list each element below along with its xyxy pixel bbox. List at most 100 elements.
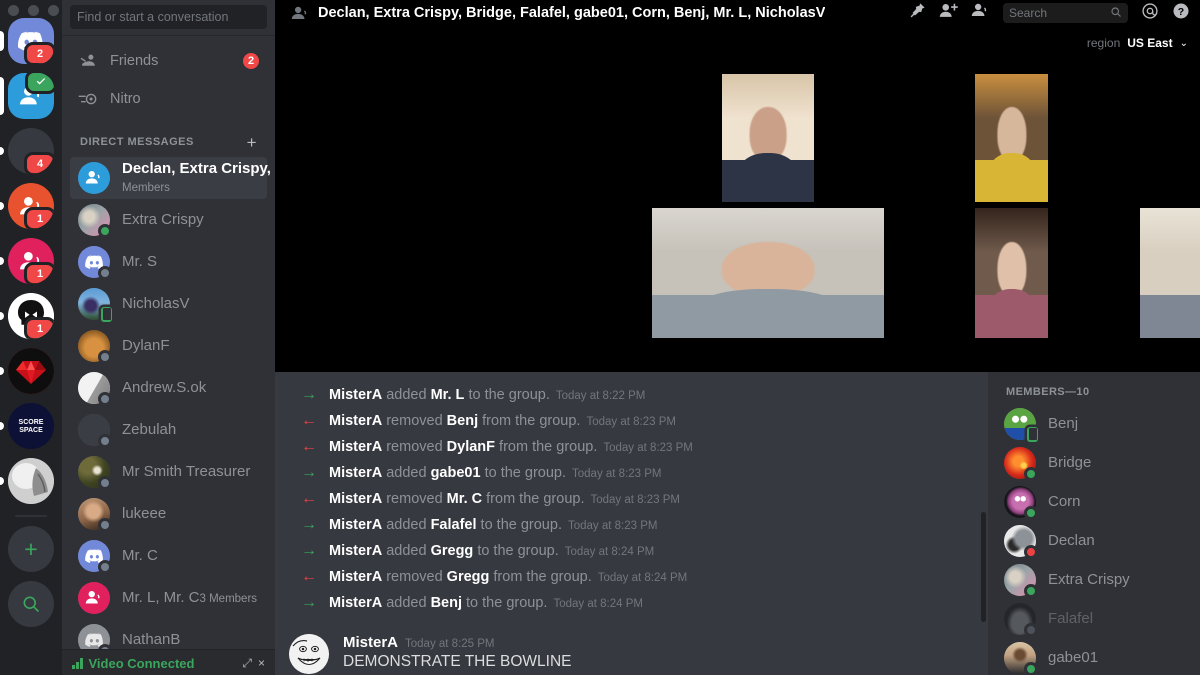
search-icon[interactable] xyxy=(8,581,54,627)
create-dm-button[interactable]: + xyxy=(247,134,257,151)
status-offline-icon xyxy=(98,433,112,448)
video-tile-1[interactable] xyxy=(722,74,814,202)
system-message-timestamp: Today at 8:23 PM xyxy=(603,442,693,454)
server-score-space-icon[interactable]: SCORE SPACE xyxy=(8,403,54,449)
dm-item-andrew-s-ok[interactable]: Andrew.S.ok xyxy=(70,367,267,409)
server-icon-server-punisher[interactable]: 1 xyxy=(0,293,62,339)
dm-item-extra-crispy[interactable]: Extra Crispy xyxy=(70,199,267,241)
pin-icon[interactable] xyxy=(909,2,926,24)
video-tile-5[interactable] xyxy=(975,208,1048,338)
sidebar-item-friends[interactable]: Friends 2 xyxy=(70,42,267,80)
region-selector[interactable]: region US East ⌄ xyxy=(1087,36,1188,50)
server-icon-server-red-gem[interactable] xyxy=(0,348,62,394)
server-icon-server-score-space[interactable]: SCORE SPACE xyxy=(0,403,62,449)
status-offline-icon xyxy=(98,559,112,574)
system-message-tail: from the group. xyxy=(499,439,598,455)
dm-item-mr-smith-treasurer[interactable]: Mr Smith Treasurer xyxy=(70,451,267,493)
server-icon-group-dm-active[interactable] xyxy=(0,73,62,119)
server-unread-pill xyxy=(0,367,4,375)
voice-actions[interactable]: ⤢ × xyxy=(242,656,265,671)
server-pink-icon[interactable]: 1 xyxy=(8,238,54,284)
voice-status-label: Video Connected xyxy=(88,656,195,671)
region-value: US East xyxy=(1127,36,1173,50)
server-red-gem-icon[interactable] xyxy=(8,348,54,394)
dm-item-mr-c[interactable]: Mr. C xyxy=(70,535,267,577)
add-server-button[interactable]: + xyxy=(0,526,62,572)
window-minimize-dot[interactable] xyxy=(28,5,39,16)
system-message-timestamp: Today at 8:24 PM xyxy=(564,546,655,558)
member-row-extra-crispy[interactable]: Extra Crispy xyxy=(996,560,1192,599)
system-message-target: Falafel xyxy=(430,517,477,533)
arrow-left-icon: ← xyxy=(301,412,317,429)
member-row-benj[interactable]: Benj xyxy=(996,404,1192,443)
server-icon-discord-dm-home[interactable]: 2 xyxy=(0,18,62,64)
add-server-icon[interactable]: + xyxy=(8,526,54,572)
add-friend-icon[interactable] xyxy=(939,2,958,24)
member-row-gabe01[interactable]: gabe01 xyxy=(996,638,1192,675)
video-frame-torso xyxy=(735,153,801,202)
main-area: Declan, Extra Crispy, Bridge, Falafel, g… xyxy=(275,0,1200,675)
message-text: DEMONSTRATE THE BOWLINE xyxy=(343,653,572,670)
server-icon-server-orange[interactable]: 1 xyxy=(0,183,62,229)
server-greyscale-photo-icon[interactable] xyxy=(8,458,54,504)
message-author[interactable]: MisterA xyxy=(343,634,398,651)
window-controls[interactable] xyxy=(8,5,59,16)
search-placeholder: Search xyxy=(1009,6,1048,20)
member-row-corn[interactable]: Corn xyxy=(996,482,1192,521)
system-message-verb: removed xyxy=(386,439,443,455)
avatar xyxy=(78,455,112,490)
video-tile-4[interactable] xyxy=(652,208,884,338)
people-icon xyxy=(291,5,310,22)
members-icon[interactable] xyxy=(971,2,990,24)
status-online-icon xyxy=(1024,583,1038,598)
discord-dm-home-icon[interactable]: 2 xyxy=(8,18,54,64)
system-message: → MisterA added gabe01 to the group. Today… xyxy=(289,462,978,488)
member-name: Extra Crispy xyxy=(1048,571,1130,588)
dm-item-dylanf[interactable]: DylanF xyxy=(70,325,267,367)
server-grey-icon[interactable]: 4 xyxy=(8,128,54,174)
status-dnd-icon xyxy=(1024,544,1038,559)
video-tile-2[interactable] xyxy=(975,74,1048,202)
dm-item-mr-s[interactable]: Mr. S xyxy=(70,241,267,283)
help-icon[interactable]: ? xyxy=(1172,2,1190,25)
connected-badge xyxy=(25,73,54,94)
message-scrollbar[interactable] xyxy=(981,512,986,622)
disconnect-icon[interactable]: × xyxy=(258,656,265,671)
explore-servers-button[interactable] xyxy=(0,581,62,627)
nitro-icon xyxy=(78,91,98,107)
region-label: region xyxy=(1086,36,1121,50)
server-orange-icon[interactable]: 1 xyxy=(8,183,54,229)
server-punisher-icon[interactable]: 1 xyxy=(8,293,54,339)
search-conversation-input[interactable]: Find or start a conversation xyxy=(70,5,267,29)
dm-item-nicholasv[interactable]: NicholasV xyxy=(70,283,267,325)
video-frame-torso xyxy=(985,153,1038,202)
server-list: 2 4 1 1 1 SCORE SPACE xyxy=(0,18,62,513)
avatar xyxy=(78,539,112,574)
member-row-declan[interactable]: Declan xyxy=(996,521,1192,560)
window-maximize-dot[interactable] xyxy=(48,5,59,16)
dm-item-lukeee[interactable]: lukeee xyxy=(70,493,267,535)
arrow-right-icon: → xyxy=(301,542,317,559)
window-close-dot[interactable] xyxy=(8,5,19,16)
dm-item-nathanb[interactable]: NathanB xyxy=(70,619,267,649)
member-row-bridge[interactable]: Bridge xyxy=(996,443,1192,482)
server-icon-server-grey[interactable]: 4 xyxy=(0,128,62,174)
dm-item-zebulah[interactable]: Zebulah xyxy=(70,409,267,451)
dm-item-mr-l-mr-c[interactable]: Mr. L, Mr. C3 Members xyxy=(70,577,267,619)
member-row-falafel[interactable]: Falafel xyxy=(996,599,1192,638)
video-frame-torso xyxy=(686,288,850,338)
video-tile-6[interactable] xyxy=(1140,208,1200,338)
message-pane: → MisterA added Mr. L to the group. Today … xyxy=(275,372,988,675)
system-message-verb: added xyxy=(386,543,427,559)
avatar[interactable] xyxy=(289,634,329,674)
server-icon-server-pink[interactable]: 1 xyxy=(0,238,62,284)
mentions-icon[interactable] xyxy=(1141,2,1159,25)
group-dm-active-icon[interactable] xyxy=(8,73,54,119)
search-input[interactable]: Search xyxy=(1003,3,1128,23)
sidebar-item-nitro[interactable]: Nitro xyxy=(70,80,267,118)
server-icon-server-greyscale-photo[interactable] xyxy=(0,458,62,504)
expand-icon[interactable]: ⤢ xyxy=(242,656,252,671)
system-message-target: Mr. C xyxy=(446,491,483,507)
dm-item-text: Mr Smith Treasurer xyxy=(122,463,259,481)
dm-item-declan-extra-crispy[interactable]: Declan, Extra Crispy, ...10 Members xyxy=(70,156,275,199)
